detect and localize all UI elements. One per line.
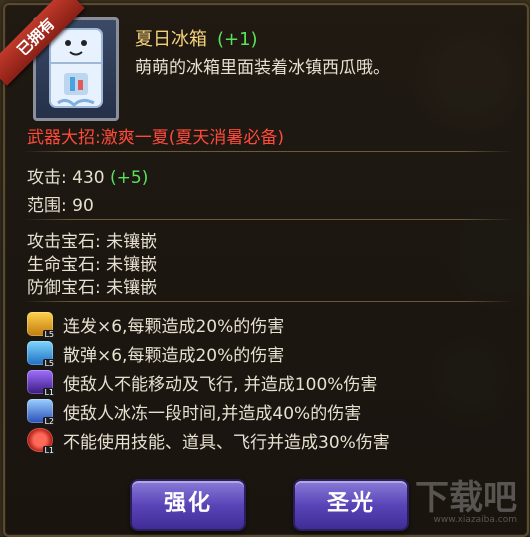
effect-level: L2 (43, 417, 55, 426)
ice-freeze-icon: L2 (27, 399, 55, 426)
divider (23, 301, 513, 302)
item-level: (+1) (217, 29, 258, 50)
range-label: 范围: (27, 196, 67, 216)
purple-star-icon: L1 (27, 370, 55, 397)
effect-text: 连发×6,每颗造成20%的伤害 (63, 316, 285, 337)
watermark-brand: 下载吧 (415, 478, 517, 518)
gem-label: 防御宝石: (27, 278, 101, 298)
site-watermark: 下载吧 www.xiazaiba.com (397, 481, 517, 525)
attack-bonus: (+5) (110, 168, 149, 188)
gem-label: 生命宝石: (27, 255, 101, 275)
effect-text: 使敌人冰冻一段时间,并造成40%的伤害 (63, 403, 362, 424)
gem-row: 防御宝石: 未镶嵌 (27, 273, 157, 298)
effect-text: 使敌人不能移动及飞行, 并造成100%伤害 (63, 374, 378, 395)
gem-value: 未镶嵌 (106, 255, 158, 275)
attack-label: 攻击: (27, 168, 67, 188)
effect-text: 不能使用技能、道具、飞行并造成30%伤害 (63, 432, 390, 453)
item-name: 夏日冰箱 (135, 29, 207, 50)
item-tooltip-panel: 已拥有 夏日冰箱 (+1) 萌萌的冰箱里面装着冰镇西瓜哦。 武器大招:激爽一夏(夏… (0, 0, 529, 537)
effect-row: L5 散弹×6,每颗造成20%的伤害 (27, 340, 285, 368)
red-silence-icon: L1 (27, 428, 55, 455)
gem-row: 攻击宝石: 未镶嵌 (27, 227, 157, 252)
gold-multishot-icon: L5 (27, 312, 55, 339)
effect-row: L1 不能使用技能、道具、飞行并造成30%伤害 (27, 427, 390, 455)
item-title: 夏日冰箱 (+1) (135, 25, 258, 51)
divider (23, 151, 513, 152)
attack-value: 430 (72, 168, 105, 188)
holy-light-button[interactable]: 圣光 (293, 479, 409, 531)
effect-row: L2 使敌人冰冻一段时间,并造成40%的伤害 (27, 398, 362, 426)
gem-value: 未镶嵌 (106, 278, 158, 298)
blue-scatter-icon: L5 (27, 341, 55, 368)
gem-row: 生命宝石: 未镶嵌 (27, 250, 157, 275)
divider (23, 219, 513, 220)
gem-value: 未镶嵌 (106, 232, 158, 252)
attack-stat: 攻击: 430 (+5) (27, 163, 148, 188)
item-description: 萌萌的冰箱里面装着冰镇西瓜哦。 (135, 58, 390, 78)
ultimate-skill: 武器大招:激爽一夏(夏天消暑必备) (27, 128, 284, 148)
effect-level: L1 (43, 388, 55, 397)
effect-level: L5 (43, 359, 55, 368)
gem-label: 攻击宝石: (27, 232, 101, 252)
enhance-button[interactable]: 强化 (130, 479, 246, 531)
range-stat: 范围: 90 (27, 191, 94, 216)
effect-text: 散弹×6,每颗造成20%的伤害 (63, 345, 285, 366)
range-value: 90 (72, 196, 94, 216)
effect-row: L5 连发×6,每颗造成20%的伤害 (27, 311, 285, 339)
effect-level: L5 (43, 330, 55, 339)
effect-row: L1 使敌人不能移动及飞行, 并造成100%伤害 (27, 369, 378, 397)
effect-level: L1 (43, 446, 55, 455)
